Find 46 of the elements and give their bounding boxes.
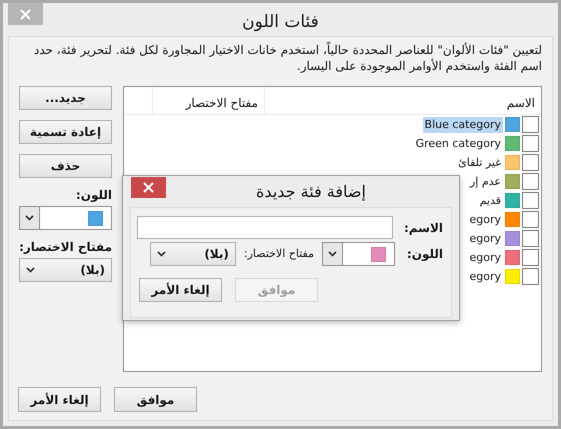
checkbox[interactable]	[522, 116, 539, 133]
category-name[interactable]: قديم	[478, 192, 503, 208]
close-icon	[20, 8, 31, 20]
category-name[interactable]: egory	[467, 212, 503, 228]
name-label: الاسم:	[403, 220, 443, 236]
color-dropdown[interactable]	[322, 242, 395, 266]
dialog-button[interactable]: إلغاء الأمر	[18, 387, 101, 412]
shortcut-dropdown[interactable]: (بلا)	[19, 258, 112, 282]
color-label: اللون:	[74, 187, 112, 204]
category-name[interactable]: egory	[467, 250, 503, 266]
side-button[interactable]: إعادة تسمية	[19, 120, 112, 144]
checkbox[interactable]	[522, 268, 539, 285]
shortcut-label: مفتاح الاختصار:	[244, 246, 314, 262]
side-button[interactable]: جديد...	[19, 86, 112, 110]
category-name[interactable]: عدم إر	[468, 174, 503, 190]
shortcut-dropdown[interactable]: (بلا)	[150, 242, 236, 266]
category-name[interactable]: Green category	[414, 136, 503, 152]
chevron-icon	[328, 251, 337, 257]
dialog-button[interactable]: موافق	[114, 387, 197, 412]
window-title: فئات اللون	[242, 10, 319, 34]
chevron-icon	[156, 251, 166, 257]
category-name[interactable]: Blue category	[422, 116, 503, 132]
category-name[interactable]: غير تلقائ	[456, 154, 503, 170]
column-header[interactable]: مفتاح الاختصار	[152, 87, 264, 114]
checkbox[interactable]	[522, 173, 539, 190]
shortcut-label: مفتاح الاختصار:	[19, 239, 112, 256]
close-button[interactable]	[131, 177, 166, 198]
checkbox[interactable]	[522, 154, 539, 171]
column-header: الاسم	[264, 87, 541, 114]
checkbox[interactable]	[522, 249, 539, 266]
dialog-button[interactable]: إلغاء الأمر	[139, 278, 222, 302]
color-label: اللون:	[406, 246, 443, 263]
name-input-field[interactable]	[137, 216, 393, 239]
close-icon	[143, 182, 154, 193]
chevron-icon	[25, 215, 34, 221]
instructions-text: لتعيين "فئات الألوان" للعناصر المحددة حالياً، استخدم خانات الاختيار المجاورة لكل فئة. لتحرير فئة، حدد اسم الفئة واستخدم الأوامر الموجودة على اليسار.	[32, 42, 542, 74]
side-button[interactable]: حذف	[19, 154, 112, 178]
checkbox[interactable]	[522, 211, 539, 228]
category-name[interactable]: egory	[467, 230, 503, 246]
dialog-title: إضافة فئة جديدة	[255, 181, 367, 203]
checkbox[interactable]	[522, 135, 539, 152]
chevron-icon	[26, 267, 35, 273]
checkbox[interactable]	[522, 230, 539, 247]
color-dropdown[interactable]	[19, 206, 112, 230]
checkbox[interactable]	[522, 192, 539, 209]
category-name[interactable]: egory	[467, 268, 503, 284]
